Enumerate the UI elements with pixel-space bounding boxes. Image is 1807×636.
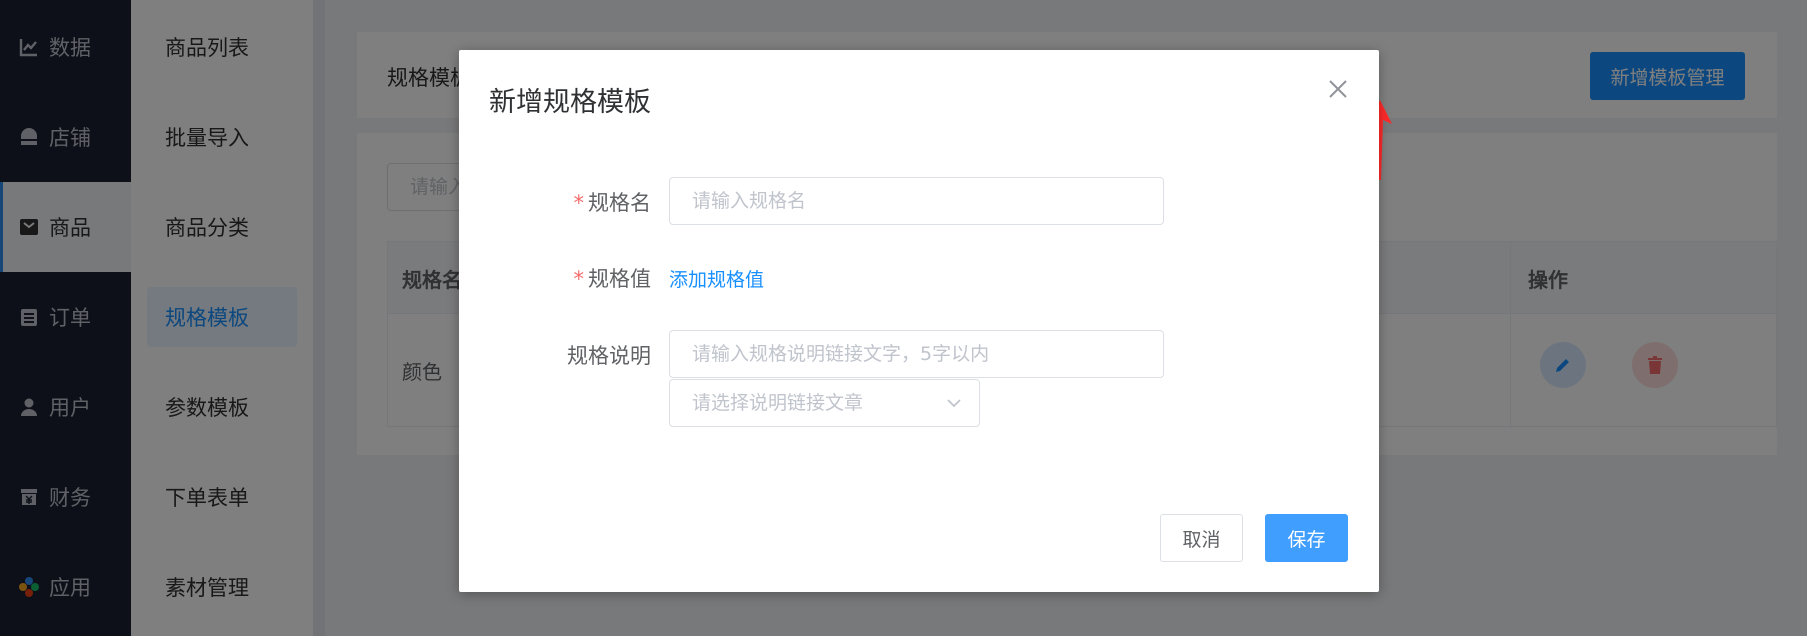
article-select[interactable]: 请选择说明链接文章: [669, 379, 980, 427]
spec-name-input[interactable]: 请输入规格名: [669, 177, 1164, 225]
add-spec-template-dialog: 新增规格模板 * 规格名 请输入规格名 * 规格值 添加规格值 规格说明 请输入规格…: [459, 50, 1379, 592]
spec-desc-label: 规格说明: [567, 344, 651, 368]
dialog-title: 新增规格模板: [489, 87, 651, 118]
spec-desc-input[interactable]: 请输入规格说明链接文字，5字以内: [669, 330, 1164, 378]
article-select-placeholder: 请选择说明链接文章: [692, 392, 864, 414]
cancel-button[interactable]: 取消: [1160, 514, 1243, 562]
spec-name-label: * 规格名: [573, 191, 652, 215]
save-button[interactable]: 保存: [1265, 514, 1348, 562]
chevron-down-icon: [947, 399, 961, 408]
add-spec-value-link[interactable]: 添加规格值: [669, 265, 764, 292]
spec-value-label: * 规格值: [573, 267, 652, 291]
close-icon[interactable]: [1327, 78, 1349, 100]
